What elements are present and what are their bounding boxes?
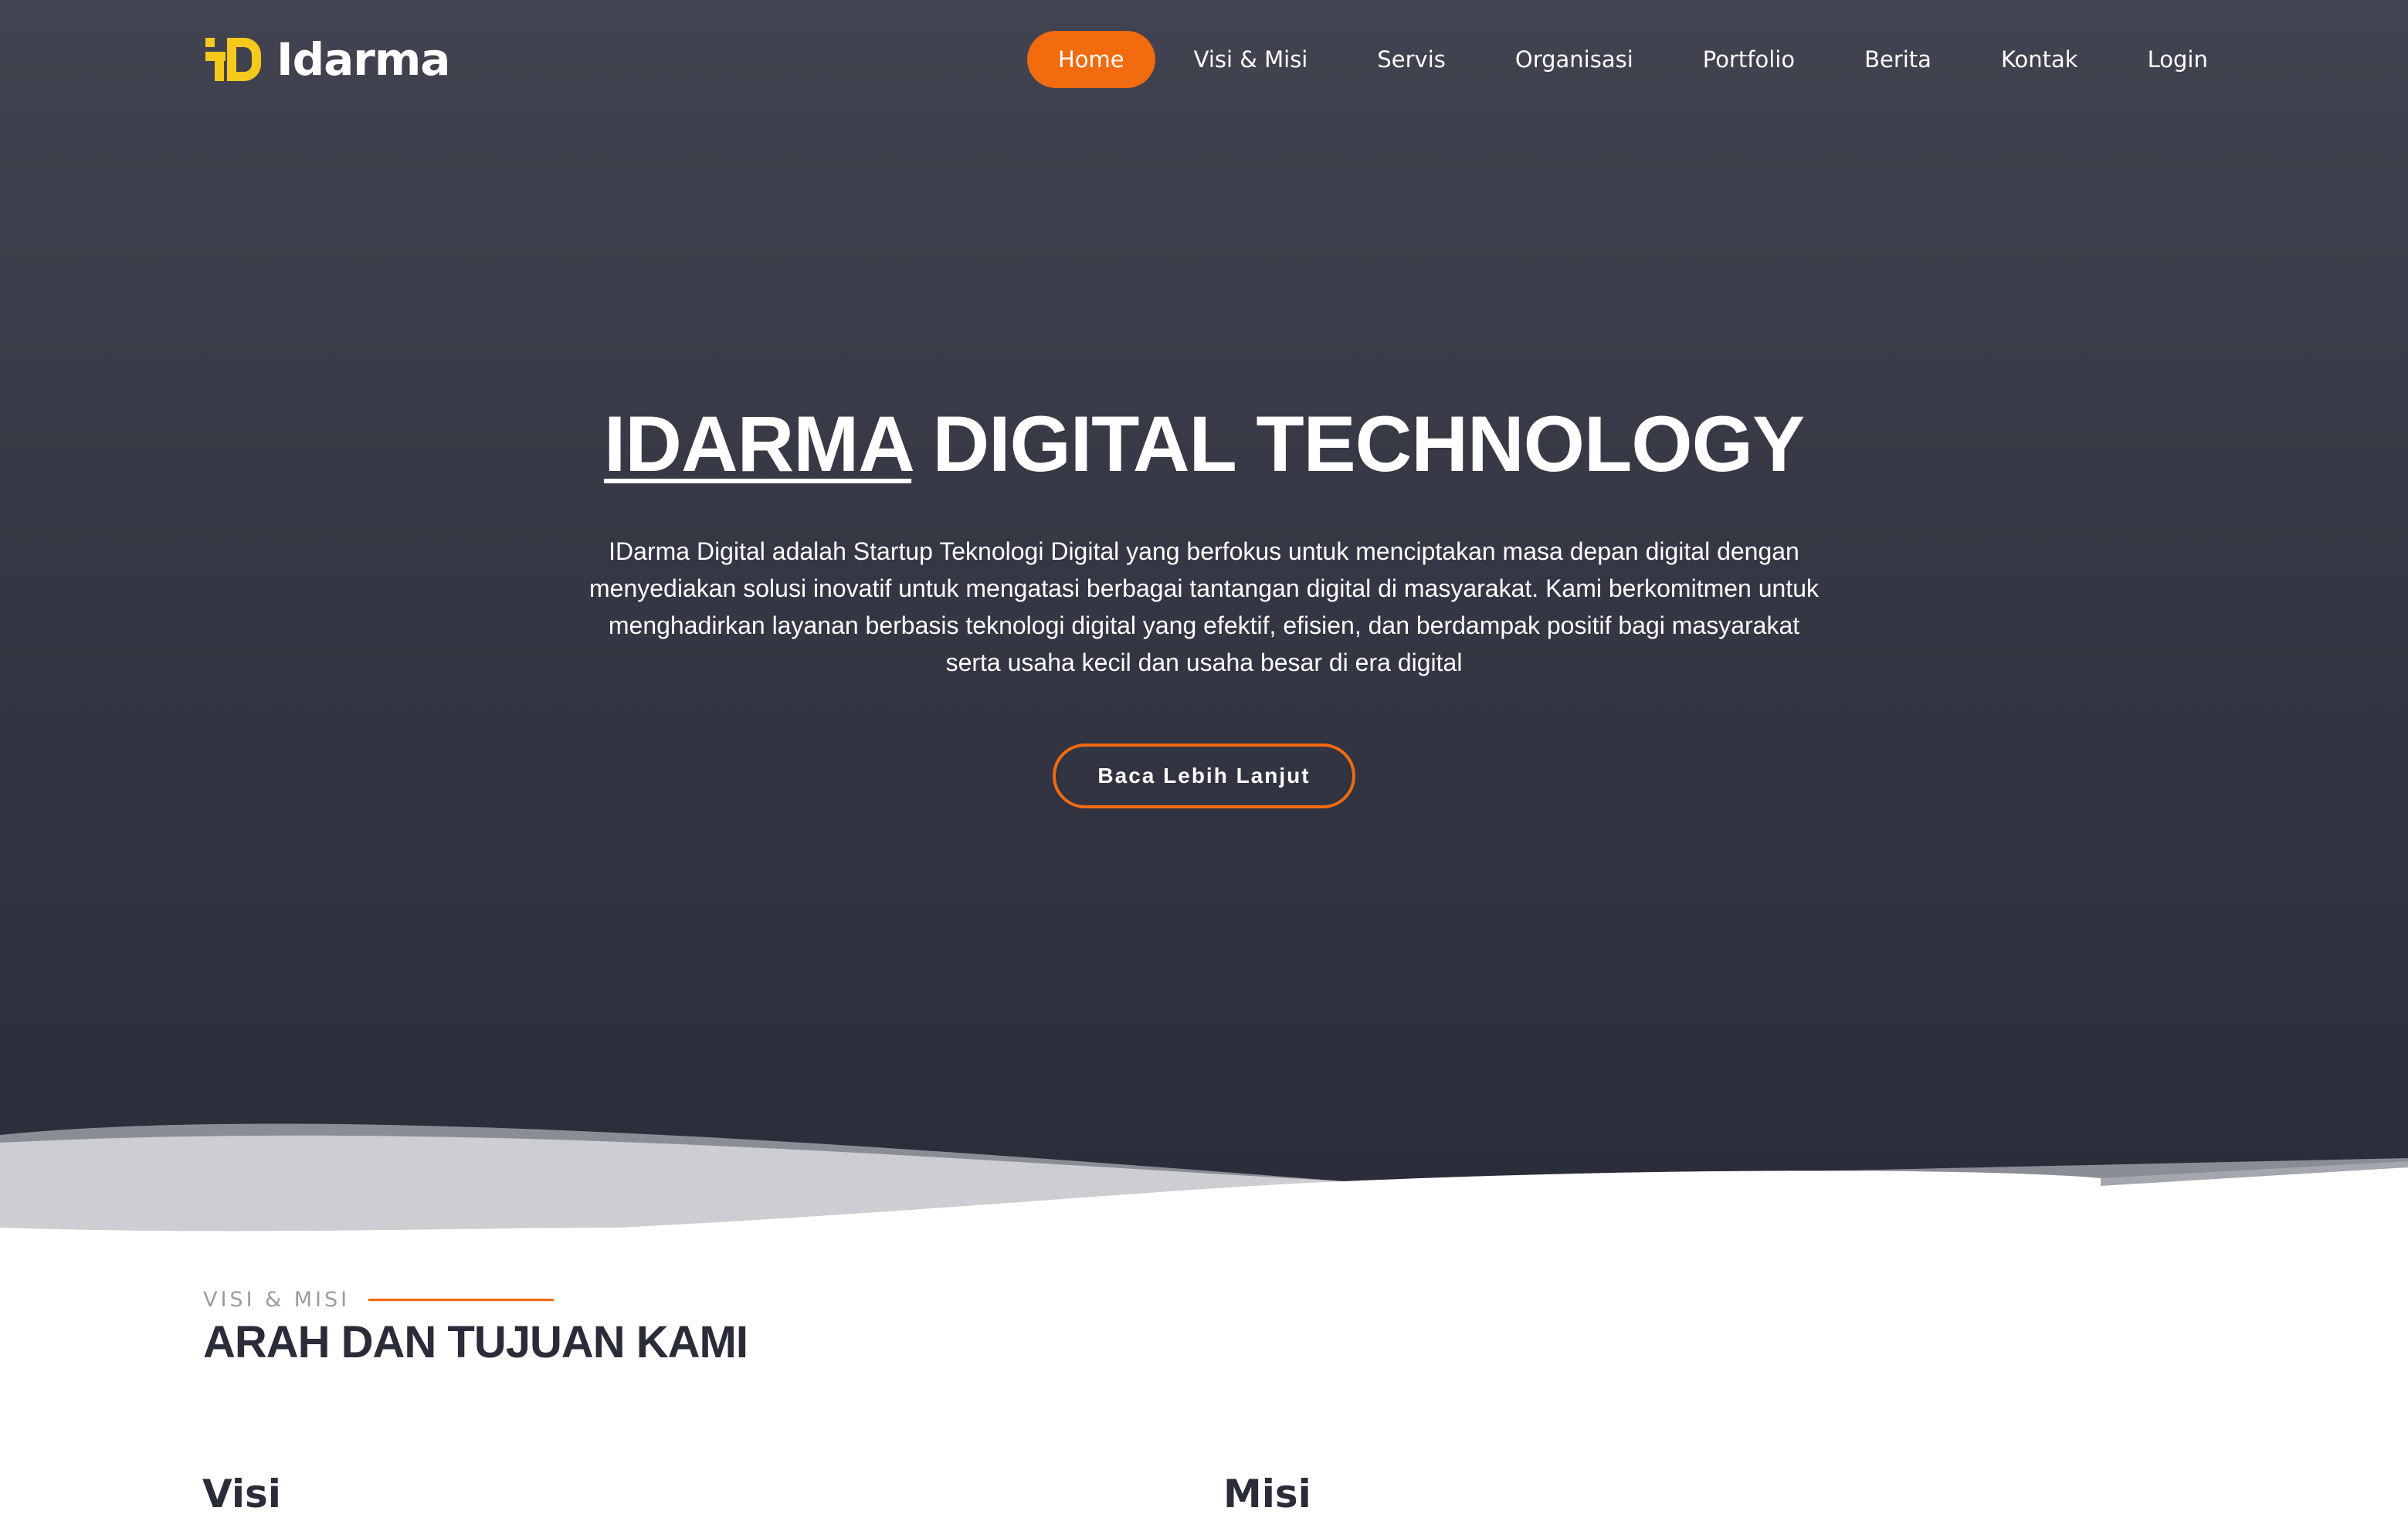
hero-section: Idarma Home Visi & Misi Servis Organisas…	[0, 0, 2408, 1235]
site-logo[interactable]: Idarma	[204, 32, 450, 86]
visi-heading: Visi	[202, 1472, 281, 1516]
logo-text: Idarma	[276, 33, 450, 86]
hero-title-brand: IDARMA	[603, 400, 912, 488]
nav-login[interactable]: Login	[2117, 31, 2239, 88]
read-more-button[interactable]: Baca Lebih Lanjut	[1053, 744, 1355, 808]
nav-home[interactable]: Home	[1027, 31, 1155, 88]
misi-heading: Misi	[1223, 1472, 1311, 1516]
section-eyebrow-text: VISI & MISI	[203, 1288, 351, 1312]
hero-description: IDarma Digital adalah Startup Teknologi …	[589, 537, 1819, 676]
nav-kontak[interactable]: Kontak	[1970, 31, 2109, 88]
nav-berita[interactable]: Berita	[1833, 31, 1962, 88]
hero-wave-divider	[0, 1123, 2408, 1266]
section-eyebrow-line	[368, 1299, 555, 1301]
hero-title: IDARMA DIGITAL TECHNOLOGY	[0, 398, 2408, 490]
nav-portfolio[interactable]: Portfolio	[1672, 31, 1826, 88]
section-title: ARAH DAN TUJUAN KAMI	[203, 1317, 748, 1367]
nav-visi-misi[interactable]: Visi & Misi	[1163, 31, 1339, 88]
nav-organisasi[interactable]: Organisasi	[1484, 31, 1664, 88]
idarma-logo-icon	[205, 38, 261, 81]
main-nav: Home Visi & Misi Servis Organisasi Portf…	[1027, 31, 2247, 88]
hero-title-rest: DIGITAL TECHNOLOGY	[911, 400, 1805, 488]
nav-servis[interactable]: Servis	[1346, 31, 1477, 88]
section-eyebrow: VISI & MISI	[203, 1288, 555, 1312]
